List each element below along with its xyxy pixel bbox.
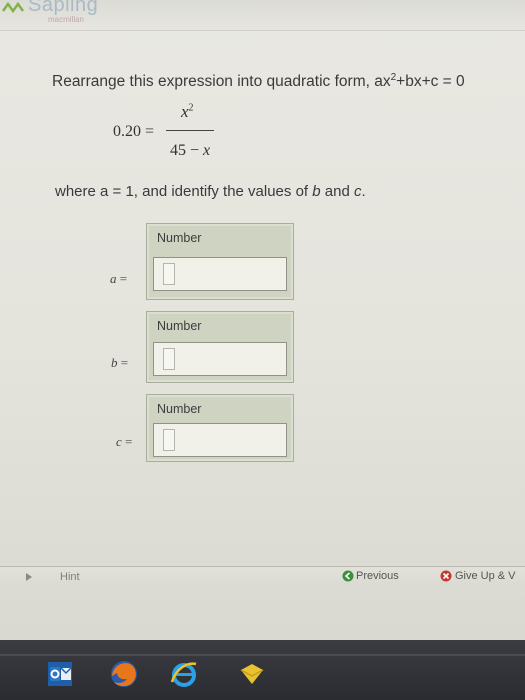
app-header: Sapling macmillan xyxy=(0,0,525,31)
app-icon[interactable] xyxy=(236,658,268,690)
browser-screen: Sapling macmillan Rearrange this express… xyxy=(0,0,525,640)
previous-button[interactable]: Previous xyxy=(356,570,399,582)
give-up-button[interactable]: Give Up & V xyxy=(455,570,516,582)
c-input-value[interactable] xyxy=(163,429,175,451)
c-label: c = xyxy=(116,434,133,449)
internet-explorer-icon[interactable] xyxy=(168,658,200,690)
b-label: b = xyxy=(111,355,129,370)
c-field-group: Number xyxy=(146,394,294,462)
give-up-icon xyxy=(440,570,452,582)
c-field-label: Number xyxy=(157,402,202,416)
logo-subtext: macmillan xyxy=(48,15,85,24)
a-label: a = xyxy=(110,271,128,286)
a-input[interactable] xyxy=(153,257,287,291)
a-field-group: Number xyxy=(146,223,294,300)
b-field-label: Number xyxy=(157,319,202,333)
hint-button[interactable]: Hint xyxy=(60,571,80,583)
previous-icon xyxy=(342,570,354,582)
hint-arrow-icon xyxy=(26,573,32,581)
fraction-bar xyxy=(166,130,214,131)
question-footer: Hint Previous Give Up & V xyxy=(0,566,525,587)
a-field-label: Number xyxy=(157,231,202,245)
b-input[interactable] xyxy=(153,342,287,376)
equation-numerator: x2 xyxy=(181,102,194,121)
outlook-icon[interactable] xyxy=(44,658,76,690)
taskbar-divider xyxy=(0,654,525,656)
equation-lhs: 0.20 = xyxy=(113,123,155,140)
b-input-value[interactable] xyxy=(163,348,175,370)
b-field-group: Number xyxy=(146,311,294,383)
firefox-icon[interactable] xyxy=(108,658,140,690)
c-input[interactable] xyxy=(153,423,287,457)
question-prompt: Rearrange this expression into quadratic… xyxy=(52,72,465,91)
a-input-value[interactable] xyxy=(163,263,175,285)
equation: 0.20 = x2 45 − x xyxy=(113,100,223,170)
instruction-text: where a = 1, and identify the values of … xyxy=(55,183,366,200)
equation-denominator: 45 − x xyxy=(170,142,211,159)
logo-icon xyxy=(2,1,24,14)
